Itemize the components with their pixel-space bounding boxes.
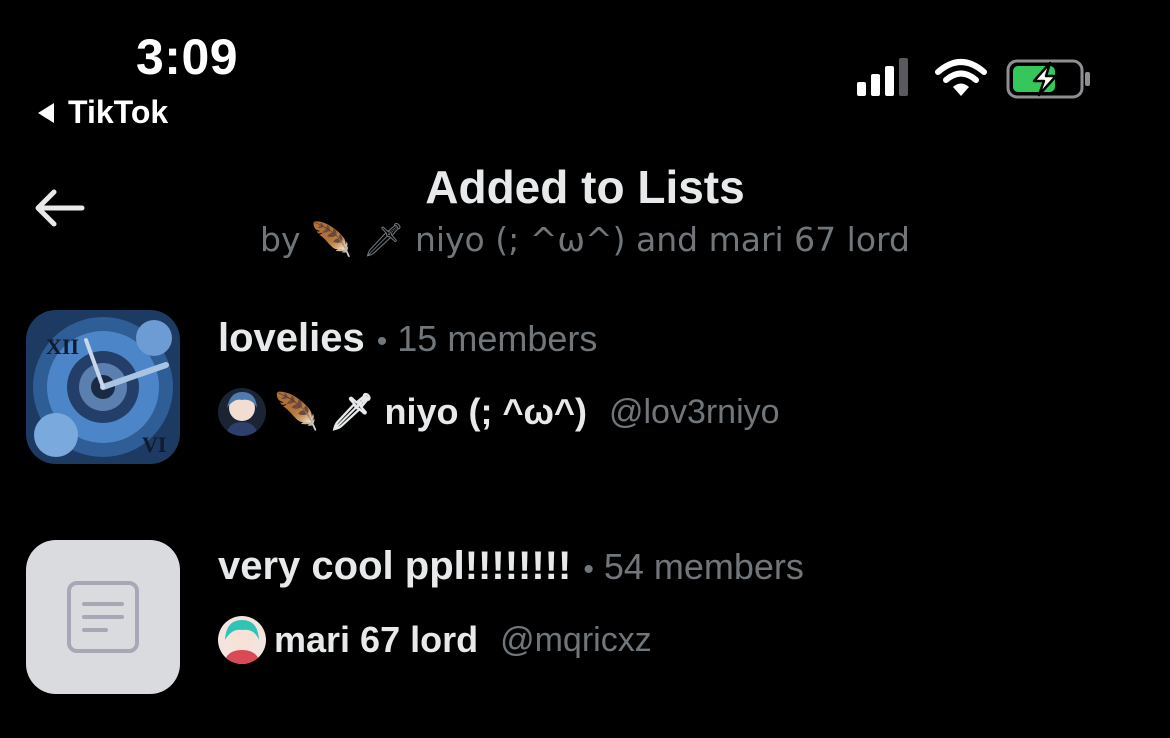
back-triangle-icon [38, 102, 54, 123]
list-item-lovelies[interactable]: XII VI lovelies • 15 members 🪶 🗡 niyo (;… [0, 308, 1170, 478]
battery-icon [1006, 59, 1090, 99]
list-cover-placeholder [26, 540, 180, 694]
list-name: very cool ppl!!!!!!!! [218, 544, 572, 588]
separator-dot: • [376, 325, 388, 358]
svg-text:VI: VI [142, 432, 166, 457]
status-time: 3:09 [136, 29, 239, 85]
wifi-icon [935, 59, 987, 96]
back-app-label: TikTok [68, 94, 169, 130]
list-cover-clock-image: XII VI [26, 310, 180, 464]
page-title: Added to Lists [425, 161, 745, 213]
svg-text:XII: XII [46, 334, 79, 359]
back-to-app-button[interactable]: TikTok [38, 94, 168, 131]
member-count: 15 members [397, 318, 598, 359]
owner-handle: @lov3rniyo [608, 392, 780, 431]
list-item-very-cool-ppl[interactable]: very cool ppl!!!!!!!! • 54 members mari … [0, 538, 1170, 708]
owner-display-name: mari 67 lord [274, 619, 479, 660]
cellular-signal-icon [857, 58, 908, 96]
list-name: lovelies [218, 316, 365, 360]
member-count: 54 members [603, 546, 804, 587]
owner-avatar [218, 388, 266, 436]
owner-display-name: 🪶 🗡 niyo (; ^ω^) [274, 391, 587, 432]
list-document-icon [67, 581, 139, 653]
separator-dot: • [583, 553, 594, 586]
owner-handle: @mqricxz [500, 620, 652, 659]
page-subtitle: by 🪶 🗡 niyo (; ^ω^) and mari 67 lord [260, 220, 910, 259]
owner-avatar [218, 616, 266, 664]
